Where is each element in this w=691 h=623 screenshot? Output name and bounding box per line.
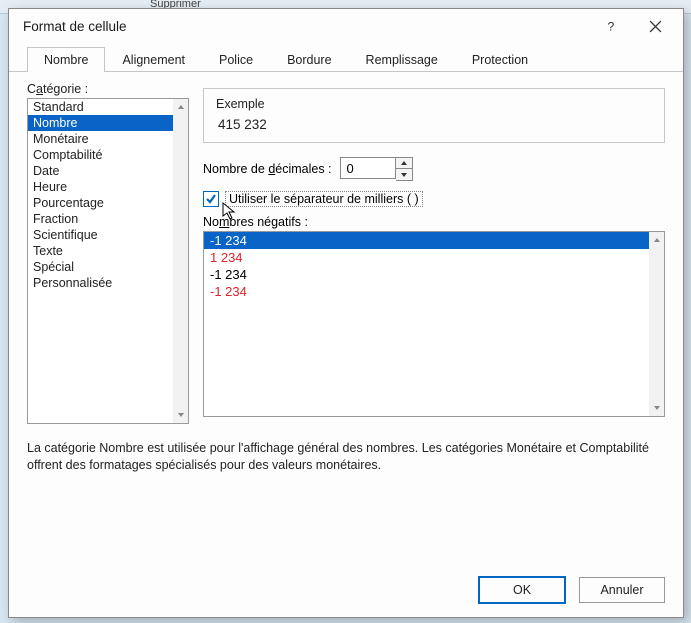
ok-button[interactable]: OK xyxy=(479,577,565,603)
thousand-separator-row: Utiliser le séparateur de milliers ( ) xyxy=(203,191,665,207)
category-item-standard[interactable]: Standard xyxy=(28,99,173,115)
category-item-nombre[interactable]: Nombre xyxy=(28,115,173,131)
negatives-listbox[interactable]: -1 234 1 234 -1 234 -1 234 xyxy=(203,231,665,417)
category-item-date[interactable]: Date xyxy=(28,163,173,179)
svg-text:?: ? xyxy=(607,20,614,33)
category-scrollbar[interactable] xyxy=(173,99,188,423)
category-item-pourcentage[interactable]: Pourcentage xyxy=(28,195,173,211)
category-item-texte[interactable]: Texte xyxy=(28,243,173,259)
tab-protection[interactable]: Protection xyxy=(455,47,545,72)
category-item-monetaire[interactable]: Monétaire xyxy=(28,131,173,147)
negative-format-item[interactable]: -1 234 xyxy=(204,232,649,249)
tab-remplissage[interactable]: Remplissage xyxy=(349,47,455,72)
scroll-up-icon[interactable] xyxy=(649,232,664,248)
dialog-buttons: OK Annuler xyxy=(479,577,665,603)
tab-nombre[interactable]: Nombre xyxy=(27,47,105,72)
negative-format-item[interactable]: -1 234 xyxy=(204,283,649,300)
tab-bordure[interactable]: Bordure xyxy=(270,47,348,72)
negative-format-item[interactable]: -1 234 xyxy=(204,266,649,283)
titlebar: Format de cellule ? xyxy=(9,9,683,43)
category-item-personnalisee[interactable]: Personnalisée xyxy=(28,275,173,291)
category-item-scientifique[interactable]: Scientifique xyxy=(28,227,173,243)
close-button[interactable] xyxy=(633,12,677,40)
negative-format-item[interactable]: 1 234 xyxy=(204,249,649,266)
format-cell-dialog: Format de cellule ? Nombre Alignement Po… xyxy=(8,8,684,618)
tab-content: Catégorie : Standard Nombre Monétaire Co… xyxy=(9,72,683,424)
cancel-button[interactable]: Annuler xyxy=(579,577,665,603)
example-label: Exemple xyxy=(216,97,652,111)
decimals-spinner[interactable] xyxy=(340,157,413,181)
category-item-heure[interactable]: Heure xyxy=(28,179,173,195)
scroll-down-icon[interactable] xyxy=(173,407,188,423)
category-item-fraction[interactable]: Fraction xyxy=(28,211,173,227)
decimals-up-button[interactable] xyxy=(396,158,412,169)
thousand-separator-checkbox[interactable] xyxy=(203,191,219,207)
category-description: La catégorie Nombre est utilisée pour l'… xyxy=(9,424,683,474)
tab-police[interactable]: Police xyxy=(202,47,270,72)
scroll-down-icon[interactable] xyxy=(649,400,664,416)
decimals-down-button[interactable] xyxy=(396,169,412,180)
decimals-input[interactable] xyxy=(340,157,396,179)
example-box: Exemple 415 232 xyxy=(203,88,665,143)
tab-strip: Nombre Alignement Police Bordure Remplis… xyxy=(9,43,683,72)
thousand-separator-label[interactable]: Utiliser le séparateur de milliers ( ) xyxy=(225,191,423,207)
decimals-row: Nombre de décimales : xyxy=(203,157,665,181)
category-item-special[interactable]: Spécial xyxy=(28,259,173,275)
dialog-title: Format de cellule xyxy=(23,19,589,34)
negatives-label: Nombres négatifs : xyxy=(203,215,665,229)
category-listbox[interactable]: Standard Nombre Monétaire Comptabilité D… xyxy=(27,98,189,424)
negatives-scrollbar[interactable] xyxy=(649,232,664,416)
help-button[interactable]: ? xyxy=(589,12,633,40)
scroll-up-icon[interactable] xyxy=(173,99,188,115)
example-value: 415 232 xyxy=(216,117,652,132)
tab-alignement[interactable]: Alignement xyxy=(105,47,202,72)
category-item-comptabilite[interactable]: Comptabilité xyxy=(28,147,173,163)
